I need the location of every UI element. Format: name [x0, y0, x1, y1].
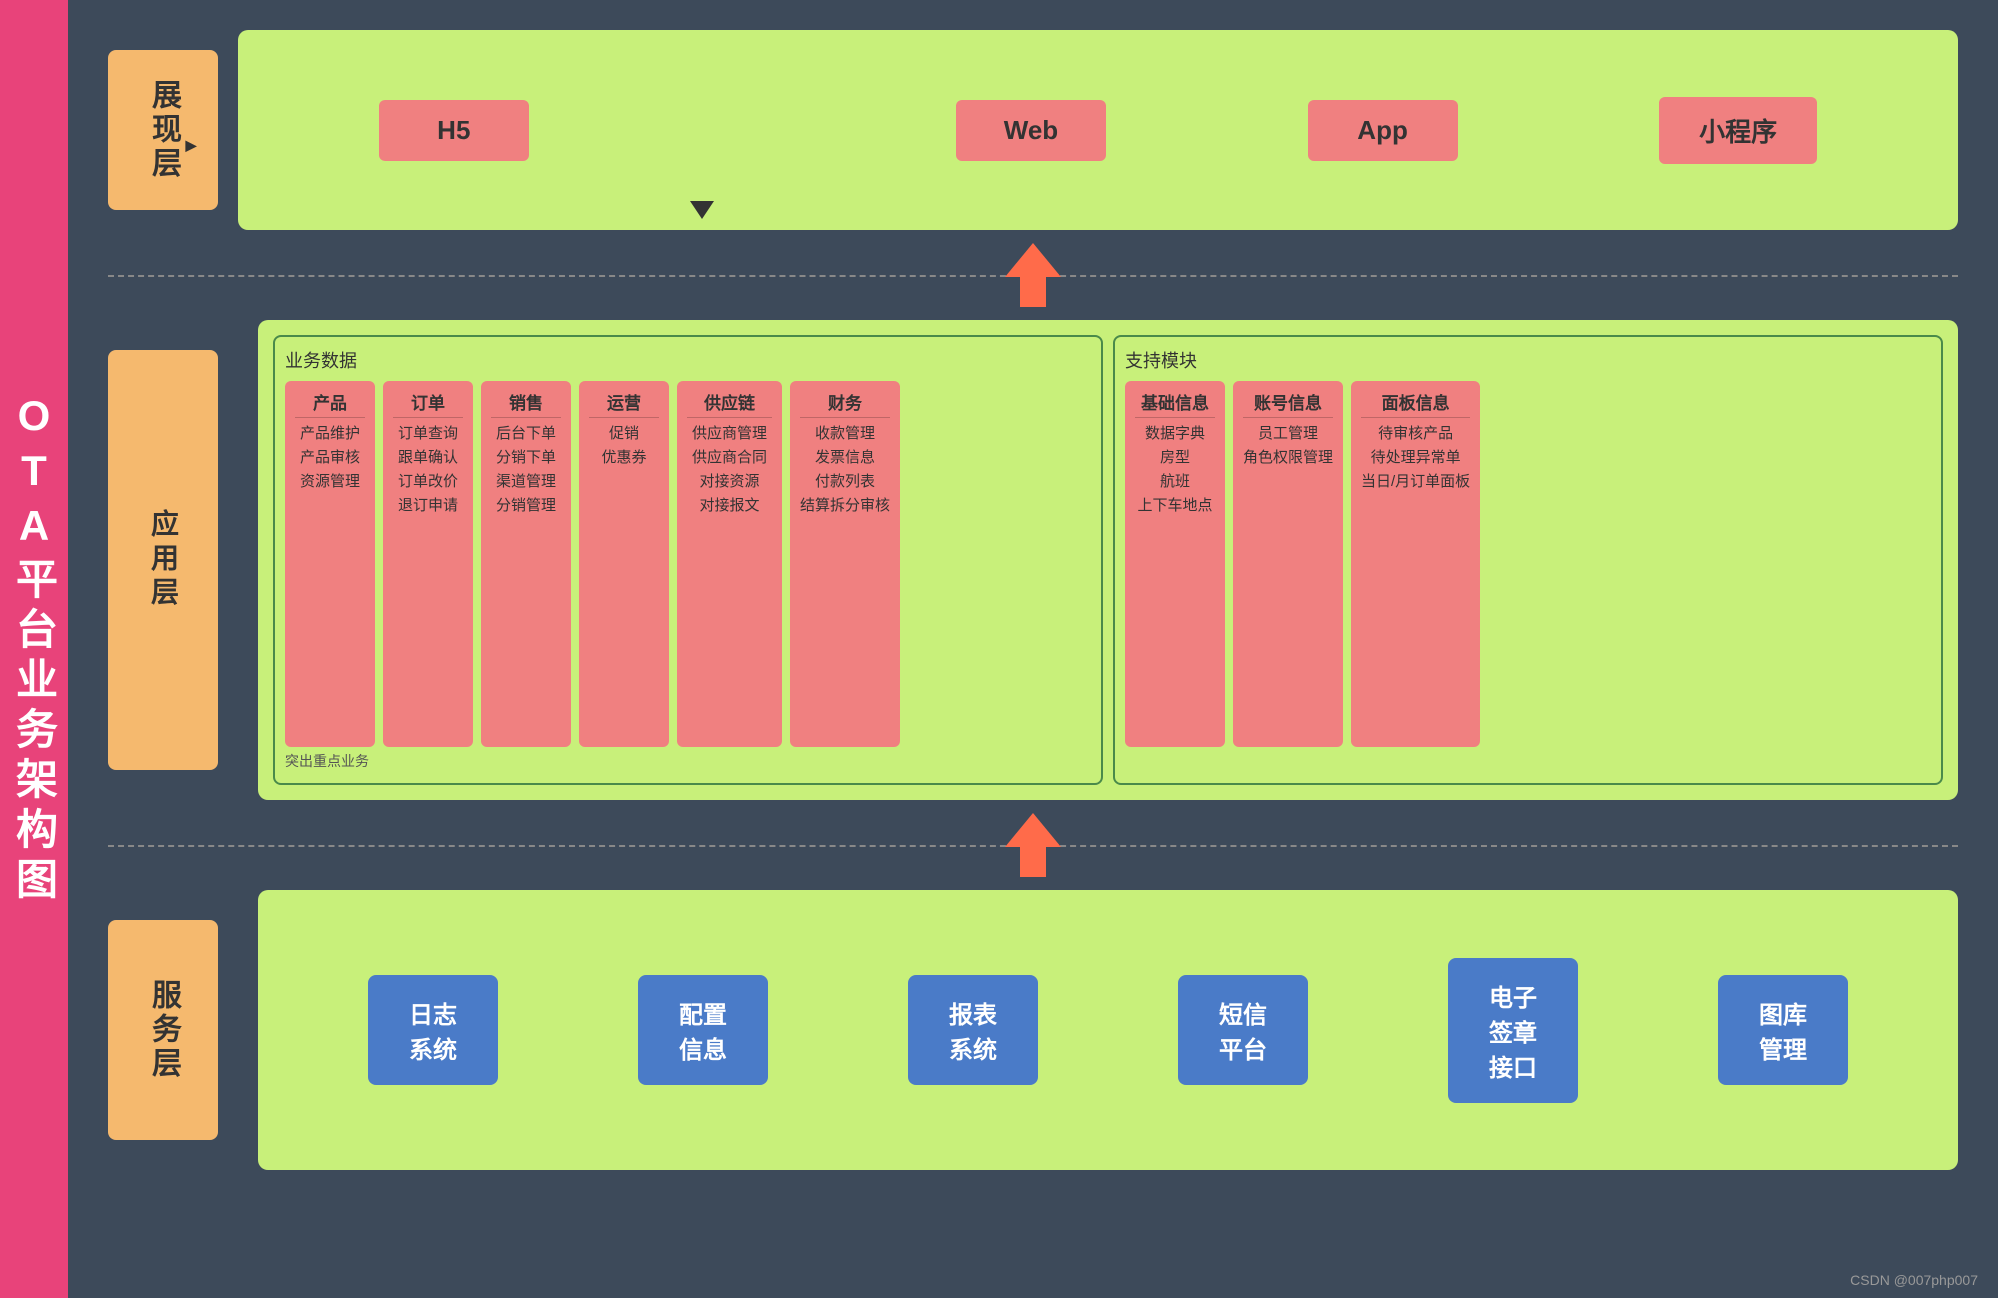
support-basic: 基础信息 数据字典 房型 航班 上下车地点 — [1125, 381, 1225, 747]
left-title-bar: OTA平台业务架构图 — [0, 0, 68, 1298]
presentation-label: ▶ 展现层 — [108, 50, 218, 210]
module-supply: 供应链 供应商管理 供应商合同 对接资源 对接报文 — [677, 381, 782, 747]
module-sales-item2: 分销下单 — [496, 446, 556, 470]
support-basic-item4: 上下车地点 — [1137, 494, 1212, 518]
module-ops-item1: 促销 — [609, 422, 639, 446]
watermark: CSDN @007php007 — [1850, 1272, 1978, 1288]
module-order-item2: 跟单确认 — [398, 446, 458, 470]
business-section: 业务数据 产品 产品维护 产品审核 资源管理 订单 订单查询 — [273, 335, 1103, 785]
module-order-item3: 订单改价 — [398, 470, 458, 494]
business-section-label: 业务数据 — [285, 347, 1091, 373]
module-order-item4: 退订申请 — [398, 494, 458, 518]
module-supply-item1: 供应商管理 — [692, 422, 767, 446]
module-product-item2: 产品审核 — [300, 446, 360, 470]
support-dashboard-item3: 当日/月订单面板 — [1361, 470, 1470, 494]
support-dashboard-title: 面板信息 — [1361, 389, 1470, 418]
module-product-item1: 产品维护 — [300, 422, 360, 446]
service-content: 日志系统 配置信息 报表系统 短信平台 电子签章接口 图库管理 — [258, 890, 1958, 1170]
module-supply-item4: 对接报文 — [699, 494, 759, 518]
application-label: 应用层 — [108, 350, 218, 770]
platform-miniapp: 小程序 — [1659, 97, 1817, 164]
module-finance-title: 财务 — [800, 389, 890, 418]
application-layer: 应用层 业务数据 产品 产品维护 产品审核 资源管理 — [108, 320, 1958, 800]
service-log: 日志系统 — [368, 975, 498, 1085]
module-finance: 财务 收款管理 发票信息 付款列表 结算拆分审核 — [790, 381, 900, 747]
support-basic-item3: 航班 — [1160, 470, 1190, 494]
support-basic-title: 基础信息 — [1135, 389, 1215, 418]
business-sub-note: 突出重点业务 — [285, 751, 1091, 771]
module-finance-item4: 结算拆分审核 — [800, 494, 890, 518]
application-content: 业务数据 产品 产品维护 产品审核 资源管理 订单 订单查询 — [258, 320, 1958, 800]
support-section: 支持模块 基础信息 数据字典 房型 航班 上下车地点 账号信息 — [1113, 335, 1943, 785]
module-order: 订单 订单查询 跟单确认 订单改价 退订申请 — [383, 381, 473, 747]
service-sms: 短信平台 — [1178, 975, 1308, 1085]
module-order-title: 订单 — [393, 389, 463, 418]
support-dashboard: 面板信息 待审核产品 待处理异常单 当日/月订单面板 — [1351, 381, 1480, 747]
module-product: 产品 产品维护 产品审核 资源管理 — [285, 381, 375, 747]
service-config: 配置信息 — [638, 975, 768, 1085]
support-modules: 基础信息 数据字典 房型 航班 上下车地点 账号信息 员工管理 角色权限管理 — [1125, 381, 1931, 747]
support-account-title: 账号信息 — [1243, 389, 1333, 418]
service-gallery: 图库管理 — [1718, 975, 1848, 1085]
service-esign: 电子签章接口 — [1448, 958, 1578, 1103]
main-content: ▶ 展现层 H5 Web App 小程序 应用层 业务数据 — [68, 0, 1998, 1298]
sep-pres-app — [108, 230, 1958, 320]
presentation-content: H5 Web App 小程序 — [238, 30, 1958, 230]
support-account-item1: 员工管理 — [1258, 422, 1318, 446]
module-finance-item3: 付款列表 — [815, 470, 875, 494]
support-basic-item1: 数据字典 — [1145, 422, 1205, 446]
module-finance-item2: 发票信息 — [815, 446, 875, 470]
module-product-item3: 资源管理 — [300, 470, 360, 494]
module-sales-item1: 后台下单 — [496, 422, 556, 446]
support-section-label: 支持模块 — [1125, 347, 1931, 373]
service-layer: 服务层 日志系统 配置信息 报表系统 短信平台 电子签章接口 图库管理 — [108, 890, 1958, 1170]
module-sales-item3: 渠道管理 — [496, 470, 556, 494]
platform-h5: H5 — [379, 100, 529, 161]
module-product-title: 产品 — [295, 389, 365, 418]
support-account-item2: 角色权限管理 — [1243, 446, 1333, 470]
support-account: 账号信息 员工管理 角色权限管理 — [1233, 381, 1343, 747]
sep-app-srv — [108, 800, 1958, 890]
module-sales-item4: 分销管理 — [496, 494, 556, 518]
module-supply-item2: 供应商合同 — [692, 446, 767, 470]
platform-app: App — [1308, 100, 1458, 161]
business-modules: 产品 产品维护 产品审核 资源管理 订单 订单查询 跟单确认 订单改价 退订申请 — [285, 381, 1091, 747]
module-order-item1: 订单查询 — [398, 422, 458, 446]
module-sales-title: 销售 — [491, 389, 561, 418]
service-label: 服务层 — [108, 920, 218, 1140]
module-ops-item2: 优惠券 — [601, 446, 646, 470]
module-ops: 运营 促销 优惠券 — [579, 381, 669, 747]
service-report: 报表系统 — [908, 975, 1038, 1085]
module-supply-title: 供应链 — [687, 389, 772, 418]
support-dashboard-item1: 待审核产品 — [1378, 422, 1453, 446]
module-finance-item1: 收款管理 — [815, 422, 875, 446]
platform-web: Web — [956, 100, 1106, 161]
main-title: OTA平台业务架构图 — [4, 392, 65, 907]
app-inner: 业务数据 产品 产品维护 产品审核 资源管理 订单 订单查询 — [273, 335, 1943, 785]
presentation-layer: ▶ 展现层 H5 Web App 小程序 — [108, 30, 1958, 230]
module-ops-title: 运营 — [589, 389, 659, 418]
module-supply-item3: 对接资源 — [699, 470, 759, 494]
module-sales: 销售 后台下单 分销下单 渠道管理 分销管理 — [481, 381, 571, 747]
support-dashboard-item2: 待处理异常单 — [1371, 446, 1461, 470]
support-basic-item2: 房型 — [1160, 446, 1190, 470]
